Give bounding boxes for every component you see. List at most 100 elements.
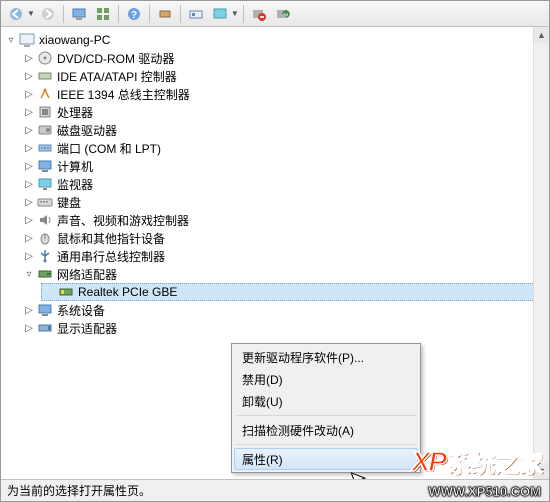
ctx-item-label: 扫描检测硬件改动(A) xyxy=(242,422,354,439)
ctx-uninstall[interactable]: 卸载(U) xyxy=(234,390,418,412)
tree-node-label: IEEE 1394 总线主控制器 xyxy=(57,86,190,103)
tree-node-nic-selected[interactable]: Realtek PCIe GBE xyxy=(41,283,547,301)
disk-icon xyxy=(37,122,53,138)
ctx-item-label: 属性(R) xyxy=(242,451,283,468)
tree-node-label: 系统设备 xyxy=(57,302,105,319)
toolbar-separator xyxy=(63,5,64,23)
tree-node-label: 通用串行总线控制器 xyxy=(57,248,165,265)
tree-node-label: 监视器 xyxy=(57,176,93,193)
expand-icon[interactable]: ▷ xyxy=(23,322,35,334)
tree-node-ports[interactable]: ▷ 端口 (COM 和 LPT) xyxy=(21,139,547,157)
tb-refresh-button[interactable] xyxy=(272,3,294,25)
monitor-icon xyxy=(37,176,53,192)
toolbar-separator xyxy=(180,5,181,23)
tb-stop-button[interactable] xyxy=(248,3,270,25)
ctx-item-label: 更新驱动程序软件(P)... xyxy=(242,349,364,366)
tree-children: Realtek PCIe GBE xyxy=(21,283,547,301)
tb-plug-button[interactable] xyxy=(154,3,176,25)
computer-icon xyxy=(37,158,53,174)
ctx-item-label: 禁用(D) xyxy=(242,371,283,388)
expand-icon[interactable]: ▷ xyxy=(23,52,35,64)
expand-icon[interactable]: ▷ xyxy=(23,160,35,172)
expand-icon[interactable]: ▷ xyxy=(23,304,35,316)
tb-show-button[interactable] xyxy=(185,3,207,25)
tree-node-sound[interactable]: ▷ 声音、视频和游戏控制器 xyxy=(21,211,547,229)
tree-node-ide[interactable]: ▷ IDE ATA/ATAPI 控制器 xyxy=(21,67,547,85)
expand-icon[interactable]: ▷ xyxy=(23,250,35,262)
tree-root-label: xiaowang-PC xyxy=(39,33,110,47)
speaker-icon xyxy=(37,212,53,228)
ctx-item-label: 卸载(U) xyxy=(242,393,283,410)
tree-node-disk[interactable]: ▷ 磁盘驱动器 xyxy=(21,121,547,139)
tb-monitor-button[interactable] xyxy=(209,3,231,25)
toolbar-separator xyxy=(149,5,150,23)
expand-icon[interactable]: ▷ xyxy=(23,88,35,100)
tree-node-label: 鼠标和其他指针设备 xyxy=(57,230,165,247)
tb-help-button[interactable]: ? xyxy=(123,3,145,25)
ctx-properties[interactable]: 属性(R) xyxy=(234,448,418,470)
tree-node-network[interactable]: ▿ 网络适配器 xyxy=(21,265,547,283)
ctx-disable[interactable]: 禁用(D) xyxy=(234,368,418,390)
tree-node-label: IDE ATA/ATAPI 控制器 xyxy=(57,68,177,85)
tree-node-label: 磁盘驱动器 xyxy=(57,122,117,139)
expand-placeholder xyxy=(44,286,56,298)
scroll-up-button[interactable]: ▲ xyxy=(534,27,549,43)
tb-back-button[interactable] xyxy=(5,3,27,25)
context-menu: 更新驱动程序软件(P)... 禁用(D) 卸载(U) 扫描检测硬件改动(A) 属… xyxy=(231,343,421,473)
ctx-separator xyxy=(236,415,416,416)
tb-computer-button[interactable] xyxy=(68,3,90,25)
tree-node-cpu[interactable]: ▷ 处理器 xyxy=(21,103,547,121)
expand-icon[interactable]: ▷ xyxy=(23,124,35,136)
cpu-icon xyxy=(37,104,53,120)
tree-node-keyboard[interactable]: ▷ 键盘 xyxy=(21,193,547,211)
ctx-separator xyxy=(236,444,416,445)
status-text: 为当前的选择打开属性页。 xyxy=(7,482,151,499)
tree-node-dvd[interactable]: ▷ DVD/CD-ROM 驱动器 xyxy=(21,49,547,67)
tree-node-label: 键盘 xyxy=(57,194,81,211)
expand-icon[interactable]: ▷ xyxy=(23,70,35,82)
collapse-icon[interactable]: ▿ xyxy=(23,268,35,280)
expand-icon[interactable]: ▷ xyxy=(23,214,35,226)
tree-node-system[interactable]: ▷ 系统设备 xyxy=(21,301,547,319)
ctx-update-driver[interactable]: 更新驱动程序软件(P)... xyxy=(234,346,418,368)
ctx-scan-hardware[interactable]: 扫描检测硬件改动(A) xyxy=(234,419,418,441)
computer-icon xyxy=(19,32,35,48)
dropdown-arrow-icon: ▼ xyxy=(231,9,239,18)
system-device-icon xyxy=(37,302,53,318)
network-adapter-icon xyxy=(37,266,53,282)
keyboard-icon xyxy=(37,194,53,210)
toolbar-separator xyxy=(118,5,119,23)
expand-icon[interactable]: ▷ xyxy=(23,142,35,154)
svg-text:?: ? xyxy=(131,10,137,21)
scroll-down-button[interactable]: ▼ xyxy=(534,463,549,479)
tree-node-label: 计算机 xyxy=(57,158,93,175)
tree-node-computer[interactable]: ▷ 计算机 xyxy=(21,157,547,175)
tree-root-node[interactable]: ▿ xiaowang-PC xyxy=(3,31,547,49)
expand-icon[interactable]: ▷ xyxy=(23,196,35,208)
tree-node-label: 端口 (COM 和 LPT) xyxy=(57,140,161,157)
expand-icon[interactable]: ▷ xyxy=(23,232,35,244)
tree-node-ieee1394[interactable]: ▷ IEEE 1394 总线主控制器 xyxy=(21,85,547,103)
expand-icon[interactable]: ▷ xyxy=(23,106,35,118)
device-tree-pane: ▿ xiaowang-PC ▷ DVD/CD-ROM 驱动器 ▷ IDE ATA… xyxy=(1,27,549,479)
status-bar: 为当前的选择打开属性页。 xyxy=(1,479,549,501)
expand-icon[interactable]: ▷ xyxy=(23,178,35,190)
dropdown-arrow-icon: ▼ xyxy=(27,9,35,18)
tb-forward-button[interactable] xyxy=(37,3,59,25)
tree-node-label: 声音、视频和游戏控制器 xyxy=(57,212,189,229)
tree-node-mouse[interactable]: ▷ 鼠标和其他指针设备 xyxy=(21,229,547,247)
toolbar-separator xyxy=(243,5,244,23)
tree-node-label: 网络适配器 xyxy=(57,266,117,283)
tree-node-label: DVD/CD-ROM 驱动器 xyxy=(57,50,174,67)
tree-node-display[interactable]: ▷ 显示适配器 xyxy=(21,319,547,337)
tree-node-usb[interactable]: ▷ 通用串行总线控制器 xyxy=(21,247,547,265)
collapse-icon[interactable]: ▿ xyxy=(5,34,17,46)
firewire-icon xyxy=(37,86,53,102)
tb-grid-button[interactable] xyxy=(92,3,114,25)
nic-icon xyxy=(58,284,74,300)
port-icon xyxy=(37,140,53,156)
mouse-icon xyxy=(37,230,53,246)
device-tree[interactable]: ▿ xiaowang-PC ▷ DVD/CD-ROM 驱动器 ▷ IDE ATA… xyxy=(3,31,547,337)
vertical-scrollbar[interactable]: ▲ ▼ xyxy=(533,27,549,479)
tree-node-monitor[interactable]: ▷ 监视器 xyxy=(21,175,547,193)
